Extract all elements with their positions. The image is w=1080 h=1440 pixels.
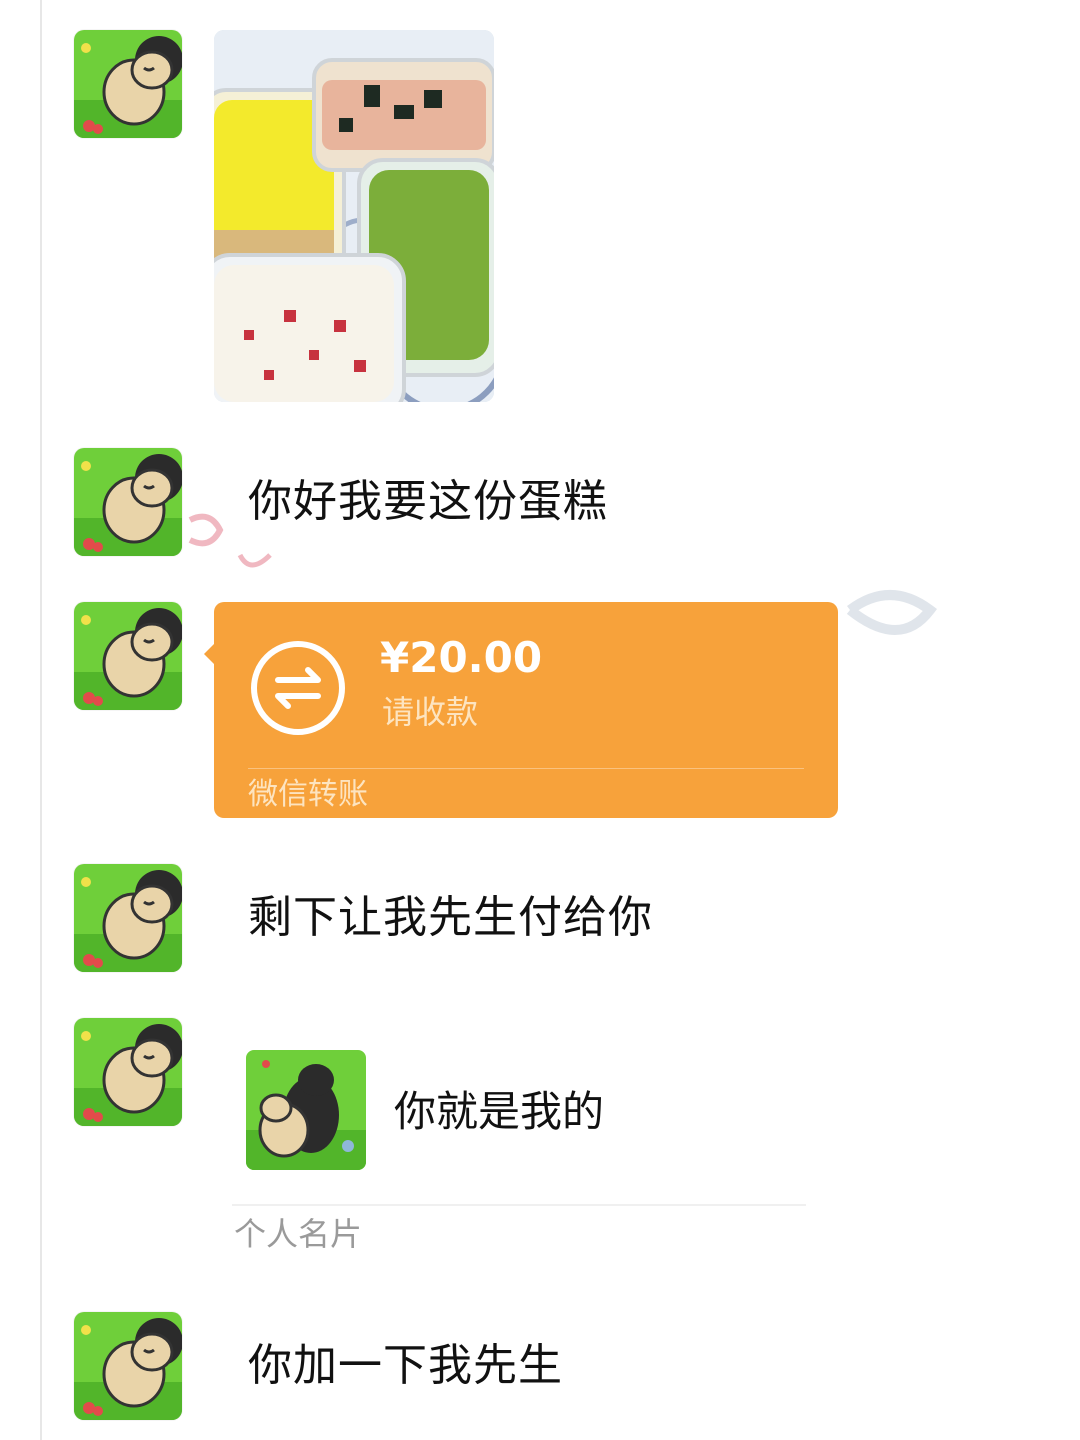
chat-screen: 你好我要这份蛋糕 ¥20.00 请收款 微信转账 剩下让我先生付给你 你就是我的… [0, 0, 1080, 1440]
avatar-image [74, 864, 182, 972]
sender-avatar[interactable] [74, 1018, 182, 1126]
contact-avatar-image [246, 1050, 366, 1170]
transfer-status: 请收款 [382, 693, 479, 731]
contact-avatar [246, 1050, 366, 1170]
contact-card-message[interactable]: 你就是我的 个人名片 [232, 1040, 806, 1262]
avatar-image [74, 1312, 182, 1420]
left-divider [40, 0, 42, 1440]
cake-photo [214, 30, 494, 402]
avatar-image [74, 602, 182, 710]
chat-text-message[interactable]: 你好我要这份蛋糕 [248, 474, 608, 530]
cake-photo-message[interactable] [214, 30, 494, 402]
contact-card-label: 个人名片 [234, 1215, 363, 1253]
chat-text-message[interactable]: 剩下让我先生付给你 [248, 890, 653, 946]
bubble-tail [204, 642, 216, 666]
avatar-image [74, 30, 182, 138]
transfer-amount: ¥20.00 [380, 633, 543, 682]
card-divider [232, 1204, 806, 1206]
transfer-divider [248, 768, 804, 769]
sender-avatar[interactable] [74, 864, 182, 972]
avatar-image [74, 1018, 182, 1126]
sender-avatar[interactable] [74, 448, 182, 556]
transfer-arrows-icon [251, 641, 345, 735]
chat-text-message[interactable]: 你加一下我先生 [248, 1338, 563, 1394]
contact-name: 你就是我的 [394, 1087, 605, 1136]
sender-avatar[interactable] [74, 30, 182, 138]
transfer-footer: 微信转账 [248, 777, 368, 812]
sender-avatar[interactable] [74, 602, 182, 710]
avatar-image [74, 448, 182, 556]
wechat-transfer-card[interactable]: ¥20.00 请收款 微信转账 [204, 602, 838, 818]
sender-avatar[interactable] [74, 1312, 182, 1420]
